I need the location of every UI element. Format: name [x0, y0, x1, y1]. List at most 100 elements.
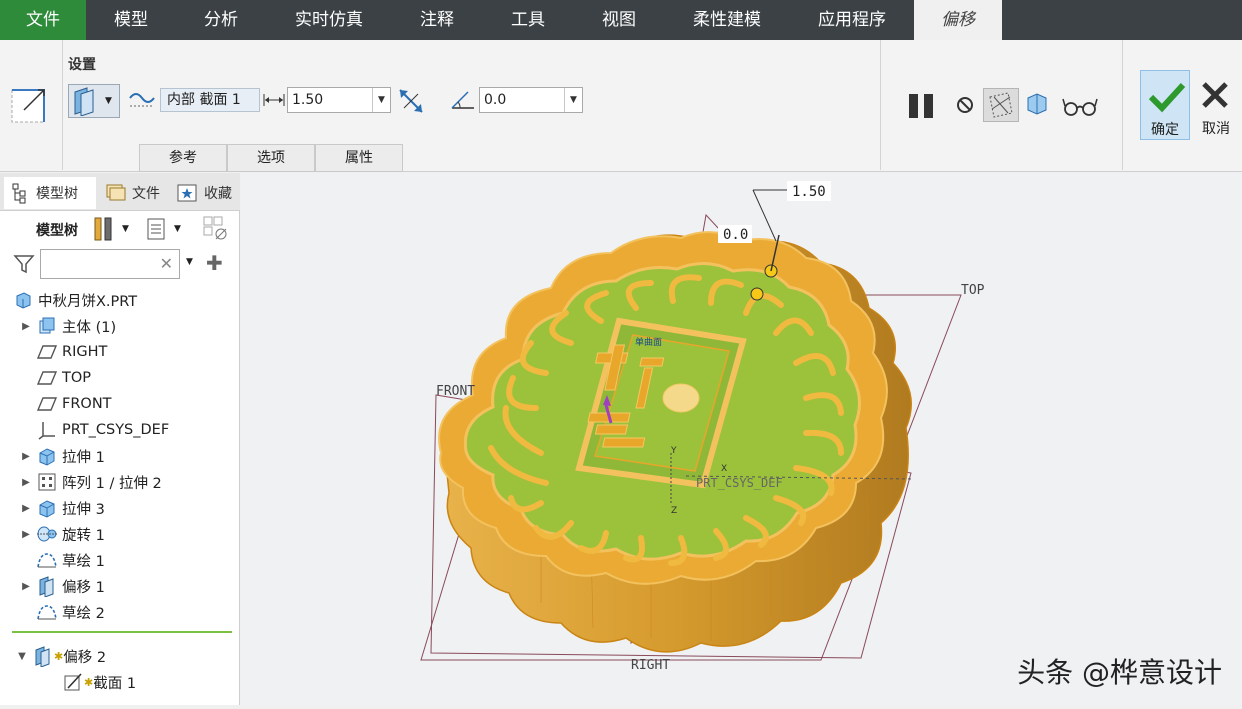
expand-icon[interactable]: ▶ [20, 451, 32, 462]
preview-geometry-icon[interactable] [983, 88, 1019, 122]
angle-input[interactable]: 0.0 ▼ [479, 87, 583, 113]
add-icon[interactable]: ✚ [206, 251, 223, 275]
tree-item-extrude-3[interactable]: ▶ 拉伸 3 [0, 495, 105, 521]
tree-item-label: 截面 1 [93, 675, 137, 692]
clear-search-icon[interactable]: ✕ [160, 254, 173, 273]
tab-properties[interactable]: 属性 [315, 144, 403, 172]
tab-files[interactable]: 文件 [100, 177, 164, 209]
collapse-icon[interactable]: ▼ [16, 651, 28, 662]
tab-model-tree-label: 模型树 [36, 186, 78, 202]
chevron-down-icon[interactable]: ▼ [186, 257, 193, 267]
glasses-icon[interactable] [1062, 96, 1098, 118]
menu-analysis[interactable]: 分析 [176, 0, 266, 40]
datum-top-label: TOP [961, 283, 985, 298]
tab-references[interactable]: 参考 [139, 144, 227, 172]
settings-tools-button[interactable]: ▼ [92, 215, 138, 243]
verify-model-icon[interactable] [1024, 92, 1050, 116]
tab-model-tree[interactable]: 模型树 [4, 177, 96, 209]
expand-icon[interactable]: ▶ [20, 581, 32, 592]
pause-icon[interactable] [906, 92, 938, 120]
menu-offset[interactable]: 偏移 [914, 0, 1002, 40]
show-options-button[interactable]: ▼ [146, 215, 192, 243]
section-collector[interactable]: 内部 截面 1 [160, 88, 260, 112]
distance-icon [262, 92, 286, 108]
expand-icon[interactable]: ▶ [20, 321, 32, 332]
chevron-down-icon: ▼ [122, 224, 129, 234]
graphics-viewport[interactable]: 单曲面 Y Z X PRT_CSYS_DEF 1.50 0.0 TOP FRON… [241, 173, 1242, 705]
list-icon [147, 218, 165, 240]
cancel-button[interactable]: 取消 [1196, 70, 1236, 140]
tab-favorites-label: 收藏 [204, 186, 232, 202]
model-tree-panel: 模型树 文件 收藏 模型树 ▼ ▼ ✕ ▼ ✚ 中秋月饼X.PRT ▶ 主体 (… [0, 173, 240, 705]
tree-item-sketch-1[interactable]: 草绘 1 [0, 547, 105, 573]
expand-icon[interactable]: ▶ [20, 529, 32, 540]
hide-items-icon[interactable] [202, 215, 230, 241]
sketch-icon [36, 550, 58, 570]
tree-item-offset-2[interactable]: ▼ ✱ 偏移 2 [0, 643, 106, 669]
extrude-icon [36, 446, 58, 466]
tree-item-top[interactable]: TOP [0, 365, 91, 391]
datum-plane-icon [36, 368, 58, 388]
offset-icon [32, 646, 54, 667]
model-tree-search-input[interactable]: ✕ [40, 249, 180, 279]
tree-item-extrude-1[interactable]: ▶ 拉伸 1 [0, 443, 105, 469]
tree-item-label: RIGHT [62, 344, 108, 360]
filter-icon[interactable] [12, 253, 36, 275]
tree-item-part[interactable]: 中秋月饼X.PRT [0, 287, 137, 313]
tree-structure-icon [12, 183, 26, 204]
tree-item-csys[interactable]: PRT_CSYS_DEF [0, 417, 169, 443]
tree-item-offset-1[interactable]: ▶ 偏移 1 [0, 573, 105, 599]
confirm-button[interactable]: 确定 [1140, 70, 1190, 140]
offset-distance-input[interactable]: 1.50 ▼ [287, 87, 391, 113]
angle-icon [448, 88, 476, 112]
tree-item-label: 阵列 1 / 拉伸 2 [62, 475, 162, 492]
datum-plane-icon [36, 342, 58, 362]
menu-model[interactable]: 模型 [86, 0, 176, 40]
tree-item-pattern-1[interactable]: ▶ 阵列 1 / 拉伸 2 [0, 469, 162, 495]
tree-item-body[interactable]: ▶ 主体 (1) [0, 313, 116, 339]
tab-options[interactable]: 选项 [227, 144, 315, 172]
section-wave-icon [128, 88, 158, 110]
tree-item-revolve-1[interactable]: ▶ 旋转 1 [0, 521, 105, 547]
menu-flexible-modeling[interactable]: 柔性建模 [664, 0, 790, 40]
no-preview-icon[interactable] [955, 95, 975, 115]
tree-item-right[interactable]: RIGHT [0, 339, 107, 365]
body-icon [36, 316, 58, 336]
svg-text:X: X [721, 464, 727, 474]
mooncake-model[interactable]: 单曲面 Y Z X PRT_CSYS_DEF 1.50 0.0 TOP FRON… [241, 173, 1242, 705]
tree-item-label: 偏移 2 [63, 649, 107, 666]
datum-plane-icon [36, 394, 58, 414]
menu-file[interactable]: 文件 [0, 0, 86, 40]
flip-direction-icon[interactable] [396, 86, 426, 116]
extrude-icon [36, 498, 58, 518]
tab-files-label: 文件 [132, 186, 160, 202]
tree-item-label: 草绘 2 [62, 605, 105, 622]
expand-icon[interactable]: ▶ [20, 503, 32, 514]
tab-favorites[interactable]: 收藏 [170, 177, 232, 209]
chevron-down-icon[interactable]: ▼ [372, 88, 390, 112]
menu-tools[interactable]: 工具 [482, 0, 574, 40]
cancel-label: 取消 [1202, 121, 1230, 137]
tools-icon [94, 217, 112, 241]
menu-live-simulation[interactable]: 实时仿真 [266, 0, 392, 40]
menu-view[interactable]: 视图 [574, 0, 664, 40]
chevron-down-icon[interactable]: ▼ [564, 88, 582, 112]
csys-label: PRT_CSYS_DEF [696, 476, 783, 490]
tree-item-section-1[interactable]: ✱ 截面 1 [0, 669, 136, 695]
menu-applications[interactable]: 应用程序 [790, 0, 914, 40]
section-sketch-icon [62, 672, 84, 692]
tree-item-label: 中秋月饼X.PRT [38, 293, 138, 310]
tree-item-sketch-2[interactable]: 草绘 2 [0, 599, 105, 625]
sketch-icon [36, 602, 58, 622]
new-feature-star-icon: ✱ [54, 649, 64, 663]
menu-annotate[interactable]: 注释 [392, 0, 482, 40]
tree-item-front[interactable]: FRONT [0, 391, 112, 417]
offset-dimension-value[interactable]: 1.50 [792, 184, 826, 200]
expand-icon[interactable]: ▶ [20, 477, 32, 488]
revolve-icon [36, 524, 58, 544]
chevron-down-icon: ▼ [174, 224, 181, 234]
offset-type-dropdown[interactable]: ▼ [68, 84, 120, 118]
offset-surface-icon [74, 87, 94, 116]
angle-dimension-value[interactable]: 0.0 [723, 227, 748, 243]
offset-type-icon[interactable] [10, 84, 50, 126]
